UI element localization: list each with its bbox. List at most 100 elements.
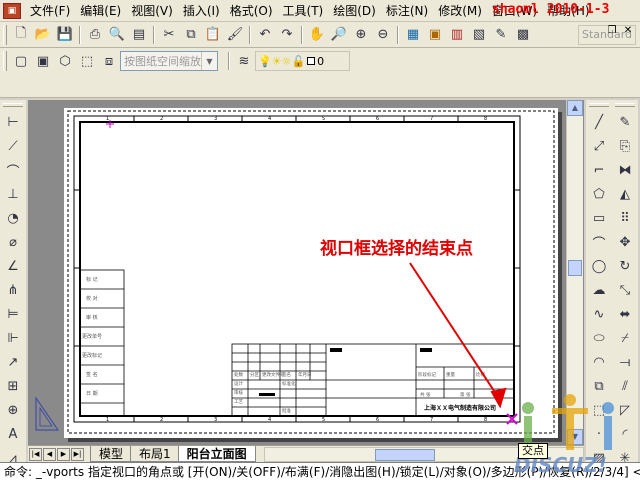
angular-dimension-icon[interactable]: ∠ — [2, 255, 24, 277]
scroll-thumb[interactable] — [568, 260, 582, 276]
layer-manager-icon[interactable]: ≋ — [233, 50, 255, 72]
ordinate-dimension-icon[interactable]: ⊥ — [2, 183, 24, 205]
drawing-frame: 1 2 3 4 5 6 7 8 1 2 3 4 5 6 7 8 标 记 校 对 … — [67, 110, 555, 434]
arc-length-icon[interactable]: ⌒ — [2, 159, 24, 181]
menu-edit[interactable]: 编辑(E) — [75, 0, 126, 22]
copy-icon[interactable]: ⧉ — [180, 24, 202, 46]
menu-insert[interactable]: 插入(I) — [178, 0, 225, 22]
trim-icon[interactable]: ⌿ — [614, 327, 636, 349]
radius-dimension-icon[interactable]: ◔ — [2, 207, 24, 229]
toolbar-grip[interactable] — [3, 24, 7, 45]
prev-tab-icon[interactable]: ◀ — [43, 447, 56, 461]
stretch-icon[interactable]: ⬌ — [614, 303, 636, 325]
chevron-down-icon[interactable]: ▼ — [201, 52, 217, 70]
offset-icon[interactable]: ◭ — [614, 183, 636, 205]
scroll-thumb[interactable] — [374, 448, 435, 461]
arc-icon[interactable]: ⌒ — [588, 231, 610, 253]
center-mark-icon[interactable]: ⊕ — [2, 399, 24, 421]
diameter-dimension-icon[interactable]: ⌀ — [2, 231, 24, 253]
zoom-window-icon[interactable]: ⊕ — [350, 24, 372, 46]
rotate-icon[interactable]: ↻ — [614, 255, 636, 277]
menu-draw[interactable]: 绘图(D) — [328, 0, 381, 22]
ellipse-icon[interactable]: ⬭ — [588, 327, 610, 349]
layout-paper[interactable]: 1 2 3 4 5 6 7 8 1 2 3 4 5 6 7 8 标 记 校 对 … — [64, 108, 558, 438]
sun-viewport-icon[interactable]: ☼ — [282, 55, 292, 68]
linear-dimension-icon[interactable]: ⊢ — [2, 111, 24, 133]
menu-file[interactable]: 文件(F) — [25, 0, 75, 22]
tab-balcony-elevation[interactable]: 阳台立面图 — [177, 446, 256, 462]
copy-object-icon[interactable]: ⎘ — [614, 135, 636, 157]
quick-leader-icon[interactable]: ↗ — [2, 351, 24, 373]
menu-modify[interactable]: 修改(M) — [433, 0, 487, 22]
single-viewport-icon[interactable]: ▣ — [32, 50, 54, 72]
lock-icon[interactable]: 🔓 — [291, 55, 305, 68]
pan-icon[interactable]: ✋ — [306, 24, 328, 46]
menu-view[interactable]: 视图(V) — [126, 0, 178, 22]
match-properties-icon[interactable]: 🖌 — [224, 24, 246, 46]
menu-format[interactable]: 格式(O) — [225, 0, 278, 22]
new-file-icon[interactable]: 🗋 — [10, 24, 32, 46]
menu-dimension[interactable]: 标注(N) — [381, 0, 433, 22]
rectangle-icon[interactable]: ▭ — [588, 207, 610, 229]
scale-icon[interactable]: ⤡ — [614, 279, 636, 301]
cut-icon[interactable]: ✂ — [158, 24, 180, 46]
zoom-previous-icon[interactable]: ⊖ — [372, 24, 394, 46]
construction-line-icon[interactable]: ⤢ — [588, 135, 610, 157]
restore-icon[interactable]: ❐ — [604, 24, 620, 38]
lightbulb-icon[interactable]: 💡 — [258, 55, 272, 68]
spline-icon[interactable]: ∿ — [588, 303, 610, 325]
tolerance-icon[interactable]: ⊞ — [2, 375, 24, 397]
sun-icon[interactable]: ☀ — [272, 55, 282, 68]
zoom-realtime-icon[interactable]: 🔎 — [328, 24, 350, 46]
clip-viewport-icon[interactable]: ⧈ — [98, 50, 120, 72]
baseline-dimension-icon[interactable]: ⊨ — [2, 303, 24, 325]
print-icon[interactable]: ⎙ — [84, 24, 106, 46]
properties-icon[interactable]: ▦ — [402, 24, 424, 46]
menu-tools[interactable]: 工具(T) — [278, 0, 329, 22]
tab-layout1[interactable]: 布局1 — [130, 446, 180, 462]
line-icon[interactable]: ╱ — [588, 111, 610, 133]
revision-cloud-icon[interactable]: ☁ — [588, 279, 610, 301]
close-icon[interactable]: ✕ — [620, 24, 636, 38]
polygonal-viewport-icon[interactable]: ⬡ — [54, 50, 76, 72]
tab-model[interactable]: 模型 — [90, 446, 133, 462]
viewport-dialog-icon[interactable]: ▢ — [10, 50, 32, 72]
continue-dimension-icon[interactable]: ⊩ — [2, 327, 24, 349]
polygon-icon[interactable]: ⬠ — [588, 183, 610, 205]
circle-icon[interactable]: ◯ — [588, 255, 610, 277]
polyline-icon[interactable]: ⌐ — [588, 159, 610, 181]
toolbar-grip[interactable] — [615, 103, 635, 107]
move-icon[interactable]: ✥ — [614, 231, 636, 253]
erase-icon[interactable]: ✎ — [614, 111, 636, 133]
aligned-dimension-icon[interactable]: ⟋ — [2, 135, 24, 157]
app-system-icon[interactable]: ▣ — [3, 2, 21, 19]
first-tab-icon[interactable]: |◀ — [29, 447, 42, 461]
convert-object-viewport-icon[interactable]: ⬚ — [76, 50, 98, 72]
calculator-icon[interactable]: ▩ — [512, 24, 534, 46]
mirror-icon[interactable]: ⧓ — [614, 159, 636, 181]
extend-icon[interactable]: ⟞ — [614, 351, 636, 373]
publish-icon[interactable]: ▤ — [128, 24, 150, 46]
plot-preview-icon[interactable]: 🔍 — [106, 24, 128, 46]
toolbar-grip[interactable] — [589, 103, 609, 107]
save-icon[interactable]: 💾 — [54, 24, 76, 46]
redo-icon[interactable]: ↷ — [276, 24, 298, 46]
sheet-set-icon[interactable]: ▧ — [468, 24, 490, 46]
tool-palettes-icon[interactable]: ▥ — [446, 24, 468, 46]
array-icon[interactable]: ⠿ — [614, 207, 636, 229]
viewport-scale-combo[interactable]: 按图纸空间缩放 ▼ — [120, 51, 218, 71]
undo-icon[interactable]: ↶ — [254, 24, 276, 46]
ellipse-arc-icon[interactable]: ◠ — [588, 351, 610, 373]
toolbar-grip[interactable] — [3, 51, 7, 71]
paste-icon[interactable]: 📋 — [202, 24, 224, 46]
layer-combo[interactable]: 💡 ☀ ☼ 🔓 0 — [255, 51, 350, 71]
last-tab-icon[interactable]: ▶| — [71, 447, 84, 461]
design-center-icon[interactable]: ▣ — [424, 24, 446, 46]
quick-dimension-icon[interactable]: ⋔ — [2, 279, 24, 301]
dimension-edit-icon[interactable]: A — [2, 423, 24, 445]
next-tab-icon[interactable]: ▶ — [57, 447, 70, 461]
scroll-up-icon[interactable]: ▲ — [567, 100, 583, 116]
open-file-icon[interactable]: 📂 — [32, 24, 54, 46]
markup-icon[interactable]: ✎ — [490, 24, 512, 46]
toolbar-grip[interactable] — [3, 103, 23, 107]
